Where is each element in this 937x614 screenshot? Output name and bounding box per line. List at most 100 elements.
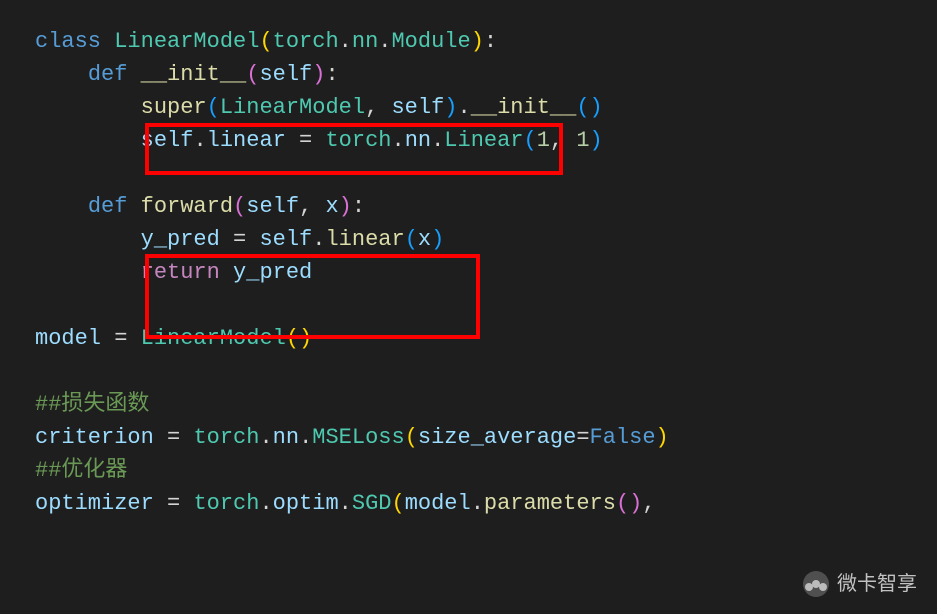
paren: ( [233, 194, 246, 219]
keyword-def: def [88, 194, 141, 219]
op-eq: = [286, 128, 326, 153]
op-eq: = [154, 491, 194, 516]
dot: . [431, 128, 444, 153]
const-false: False [590, 425, 656, 450]
comma: , [642, 491, 655, 516]
dot: . [391, 128, 404, 153]
op-eq: = [101, 326, 141, 351]
watermark-text: 微卡智享 [837, 569, 917, 599]
comma: , [365, 95, 391, 120]
attr: linear [207, 128, 286, 153]
var: model [35, 326, 101, 351]
method-call: __init__ [471, 95, 577, 120]
code-line: optimizer = torch.optim.SGD(model.parame… [35, 487, 937, 520]
module: nn [405, 128, 431, 153]
var: y_pred [141, 227, 220, 252]
watermark: 微卡智享 [803, 569, 917, 599]
comma: , [550, 128, 576, 153]
blank-line [35, 157, 937, 190]
module: optim [273, 491, 339, 516]
number: 1 [537, 128, 550, 153]
paren: () [616, 491, 642, 516]
var: model [405, 491, 471, 516]
dot: . [458, 95, 471, 120]
class-ref: Module [391, 29, 470, 54]
kwarg: size_average [418, 425, 576, 450]
method-call: parameters [484, 491, 616, 516]
module: torch [273, 29, 339, 54]
blank-line [35, 289, 937, 322]
blank-line [35, 355, 937, 388]
module: torch [193, 425, 259, 450]
method-name: forward [141, 194, 233, 219]
var: optimizer [35, 491, 154, 516]
colon: : [325, 62, 338, 87]
comment: ##损失函数 [35, 392, 149, 417]
number: 1 [576, 128, 589, 153]
var: y_pred [233, 260, 312, 285]
dot: . [299, 425, 312, 450]
indent [35, 260, 141, 285]
op-eq: = [154, 425, 194, 450]
dot: . [378, 29, 391, 54]
keyword-def: def [88, 62, 141, 87]
op-eq: = [576, 425, 589, 450]
paren: () [576, 95, 602, 120]
indent [35, 194, 88, 219]
class-ref: LinearModel [141, 326, 286, 351]
code-line: y_pred = self.linear(x) [35, 223, 937, 256]
dot: . [339, 29, 352, 54]
code-line: self.linear = torch.nn.Linear(1, 1) [35, 124, 937, 157]
paren: ( [524, 128, 537, 153]
paren: () [286, 326, 312, 351]
paren: ( [405, 227, 418, 252]
code-line: criterion = torch.nn.MSELoss(size_averag… [35, 421, 937, 454]
param: x [325, 194, 338, 219]
self: self [259, 227, 312, 252]
paren: ) [312, 62, 325, 87]
paren: ) [471, 29, 484, 54]
builtin-super: super [141, 95, 207, 120]
comma: , [299, 194, 325, 219]
param-self: self [259, 62, 312, 87]
code-line: return y_pred [35, 256, 937, 289]
class-ref: SGD [352, 491, 392, 516]
code-line: super(LinearModel, self).__init__() [35, 91, 937, 124]
dot: . [259, 425, 272, 450]
indent [35, 128, 141, 153]
code-line: ##优化器 [35, 454, 937, 487]
var: x [418, 227, 431, 252]
keyword-class: class [35, 29, 114, 54]
paren: ) [339, 194, 352, 219]
indent [35, 62, 88, 87]
paren: ( [405, 425, 418, 450]
code-line: ##损失函数 [35, 388, 937, 421]
dot: . [259, 491, 272, 516]
class-ref: MSELoss [312, 425, 404, 450]
method-name: __init__ [141, 62, 247, 87]
dot: . [339, 491, 352, 516]
module: torch [193, 491, 259, 516]
op-eq: = [220, 227, 260, 252]
paren: ) [656, 425, 669, 450]
var: criterion [35, 425, 154, 450]
paren: ) [431, 227, 444, 252]
module: nn [352, 29, 378, 54]
paren: ( [391, 491, 404, 516]
class-name: LinearModel [114, 29, 259, 54]
code-editor: class LinearModel(torch.nn.Module): def … [0, 0, 937, 520]
dot: . [193, 128, 206, 153]
paren: ) [444, 95, 457, 120]
code-line: model = LinearModel() [35, 322, 937, 355]
colon: : [484, 29, 497, 54]
indent [35, 95, 141, 120]
method-call: linear [325, 227, 404, 252]
colon: : [352, 194, 365, 219]
code-line: def forward(self, x): [35, 190, 937, 223]
keyword-return: return [141, 260, 233, 285]
paren: ) [590, 128, 603, 153]
dot: . [471, 491, 484, 516]
module: torch [325, 128, 391, 153]
wechat-icon [803, 571, 829, 597]
code-line: class LinearModel(torch.nn.Module): [35, 25, 937, 58]
